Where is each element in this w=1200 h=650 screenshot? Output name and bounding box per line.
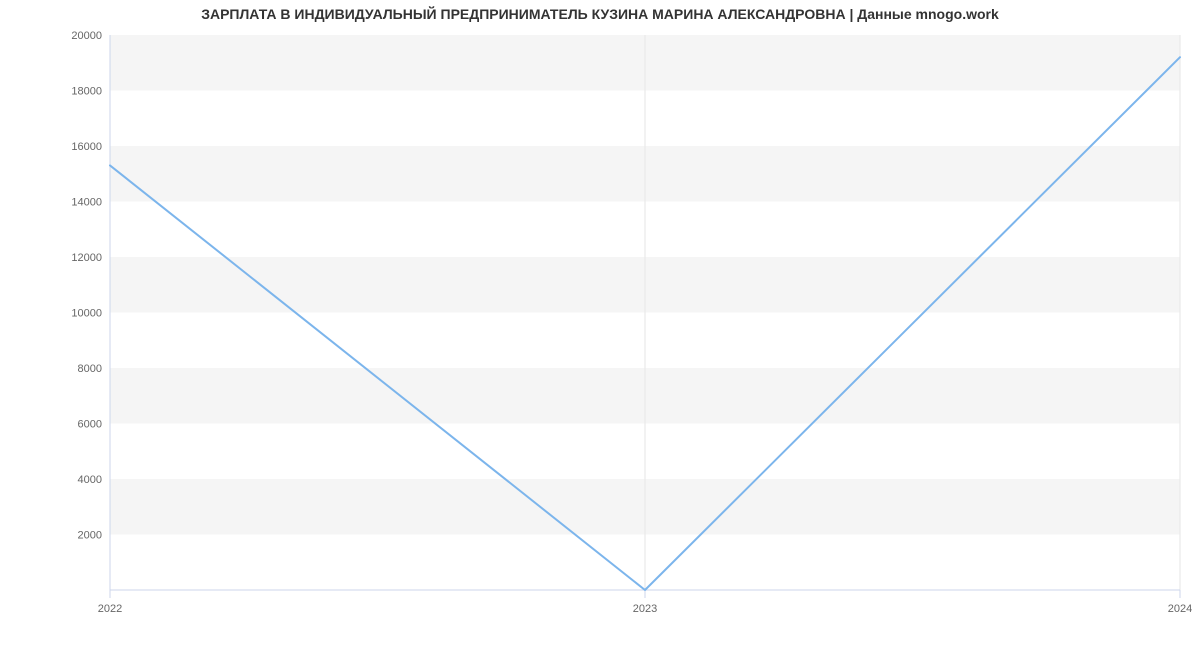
y-tick-label: 12000 [71,252,102,264]
y-tick-label: 4000 [78,474,102,486]
y-tick-label: 14000 [71,197,102,209]
chart-title: ЗАРПЛАТА В ИНДИВИДУАЛЬНЫЙ ПРЕДПРИНИМАТЕЛ… [0,6,1200,22]
x-tick-label: 2022 [98,603,122,615]
y-tick-label: 20000 [71,30,102,42]
y-tick-label: 6000 [78,419,102,431]
chart-svg: 2000 4000 6000 8000 10000 12000 14000 16000 1800… [0,0,1200,650]
y-tick-label: 18000 [71,86,102,98]
y-tick-label: 2000 [78,530,102,542]
y-tick-label: 16000 [71,141,102,153]
x-tick-label: 2024 [1168,603,1192,615]
x-tick-label: 2023 [633,603,657,615]
chart-container: ЗАРПЛАТА В ИНДИВИДУАЛЬНЫЙ ПРЕДПРИНИМАТЕЛ… [0,0,1200,650]
y-tick-label: 8000 [78,363,102,375]
y-tick-label: 10000 [71,308,102,320]
